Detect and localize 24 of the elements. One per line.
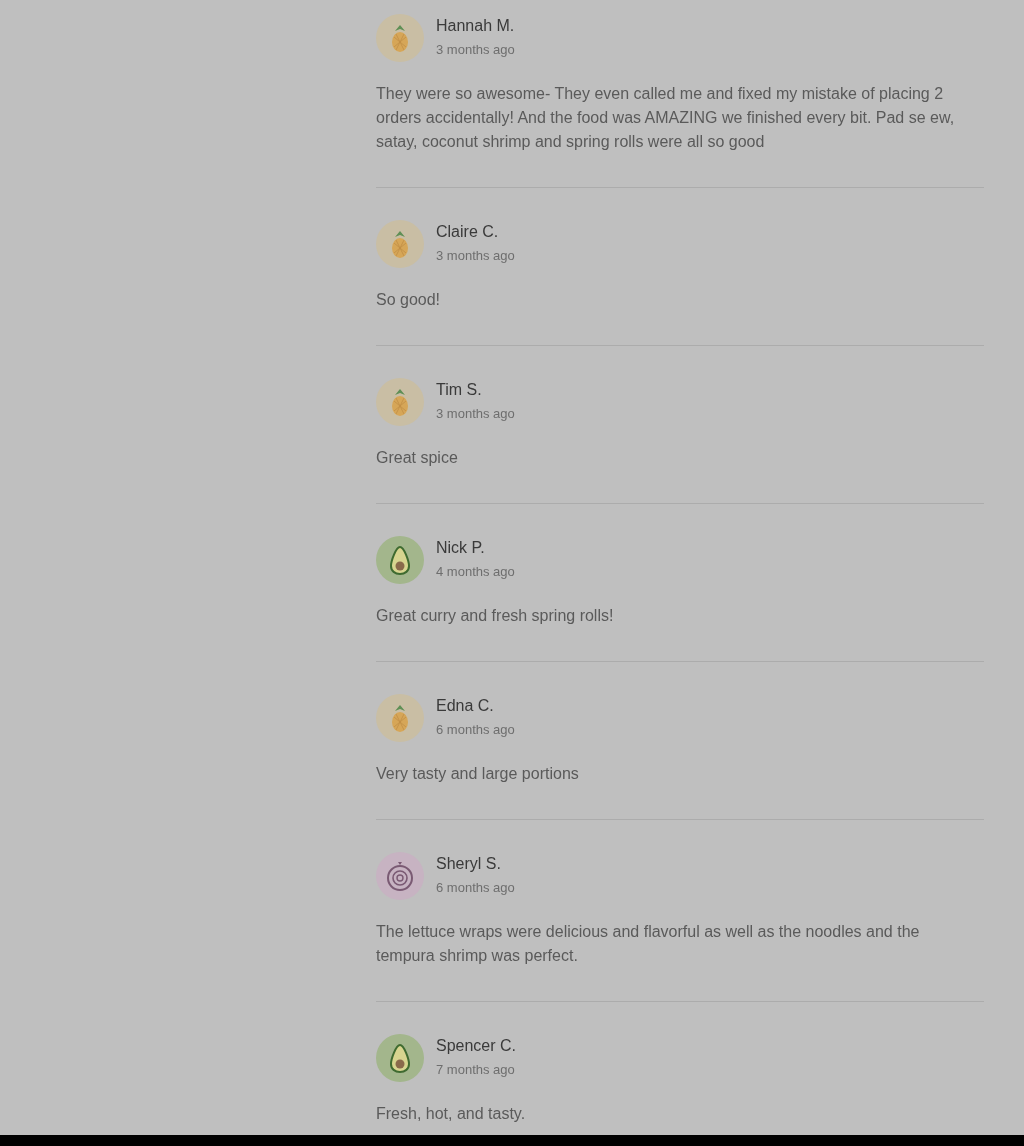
onion-icon (385, 860, 415, 892)
avocado-icon (389, 1043, 411, 1073)
reviewer-name: Tim S. (436, 380, 483, 400)
review-text: So good! (376, 290, 442, 310)
review-time: 3 months ago (436, 41, 515, 59)
review-time: 4 months ago (436, 563, 515, 581)
reviewer-name: Spencer C. (436, 1036, 517, 1056)
review-time: 3 months ago (436, 405, 515, 423)
review-text: Fresh, hot, and tasty. (376, 1104, 527, 1124)
reviewer-name: Nick P. (436, 538, 486, 558)
review-text: Very tasty and large portions (376, 764, 580, 784)
reviewer-name: Edna C. (436, 696, 495, 716)
review-time: 7 months ago (436, 1061, 516, 1079)
reviewer-name: Sheryl S. (436, 854, 502, 874)
reviewer-name: Claire C. (436, 222, 500, 242)
reviewer-name: Hannah M. (436, 16, 515, 36)
review-time: 6 months ago (436, 721, 515, 739)
review-time: 3 months ago (436, 247, 515, 265)
review-time: 6 months ago (436, 879, 515, 897)
review-text: Great spice (376, 448, 459, 468)
review-text: They were so awesome- They even called me and fixed my mistake of placing 2 orders accidentally! And the food was AMAZING we finished every bit. Pad se ew, satay, coconut shrimp and spring rolls were all so good (376, 84, 956, 152)
review-text: Great curry and fresh spring rolls! (376, 606, 615, 626)
avocado-icon (389, 545, 411, 575)
review-text: The lettuce wraps were delicious and flavorful as well as the noodles and the tempura shrimp was perfect. (376, 922, 921, 966)
